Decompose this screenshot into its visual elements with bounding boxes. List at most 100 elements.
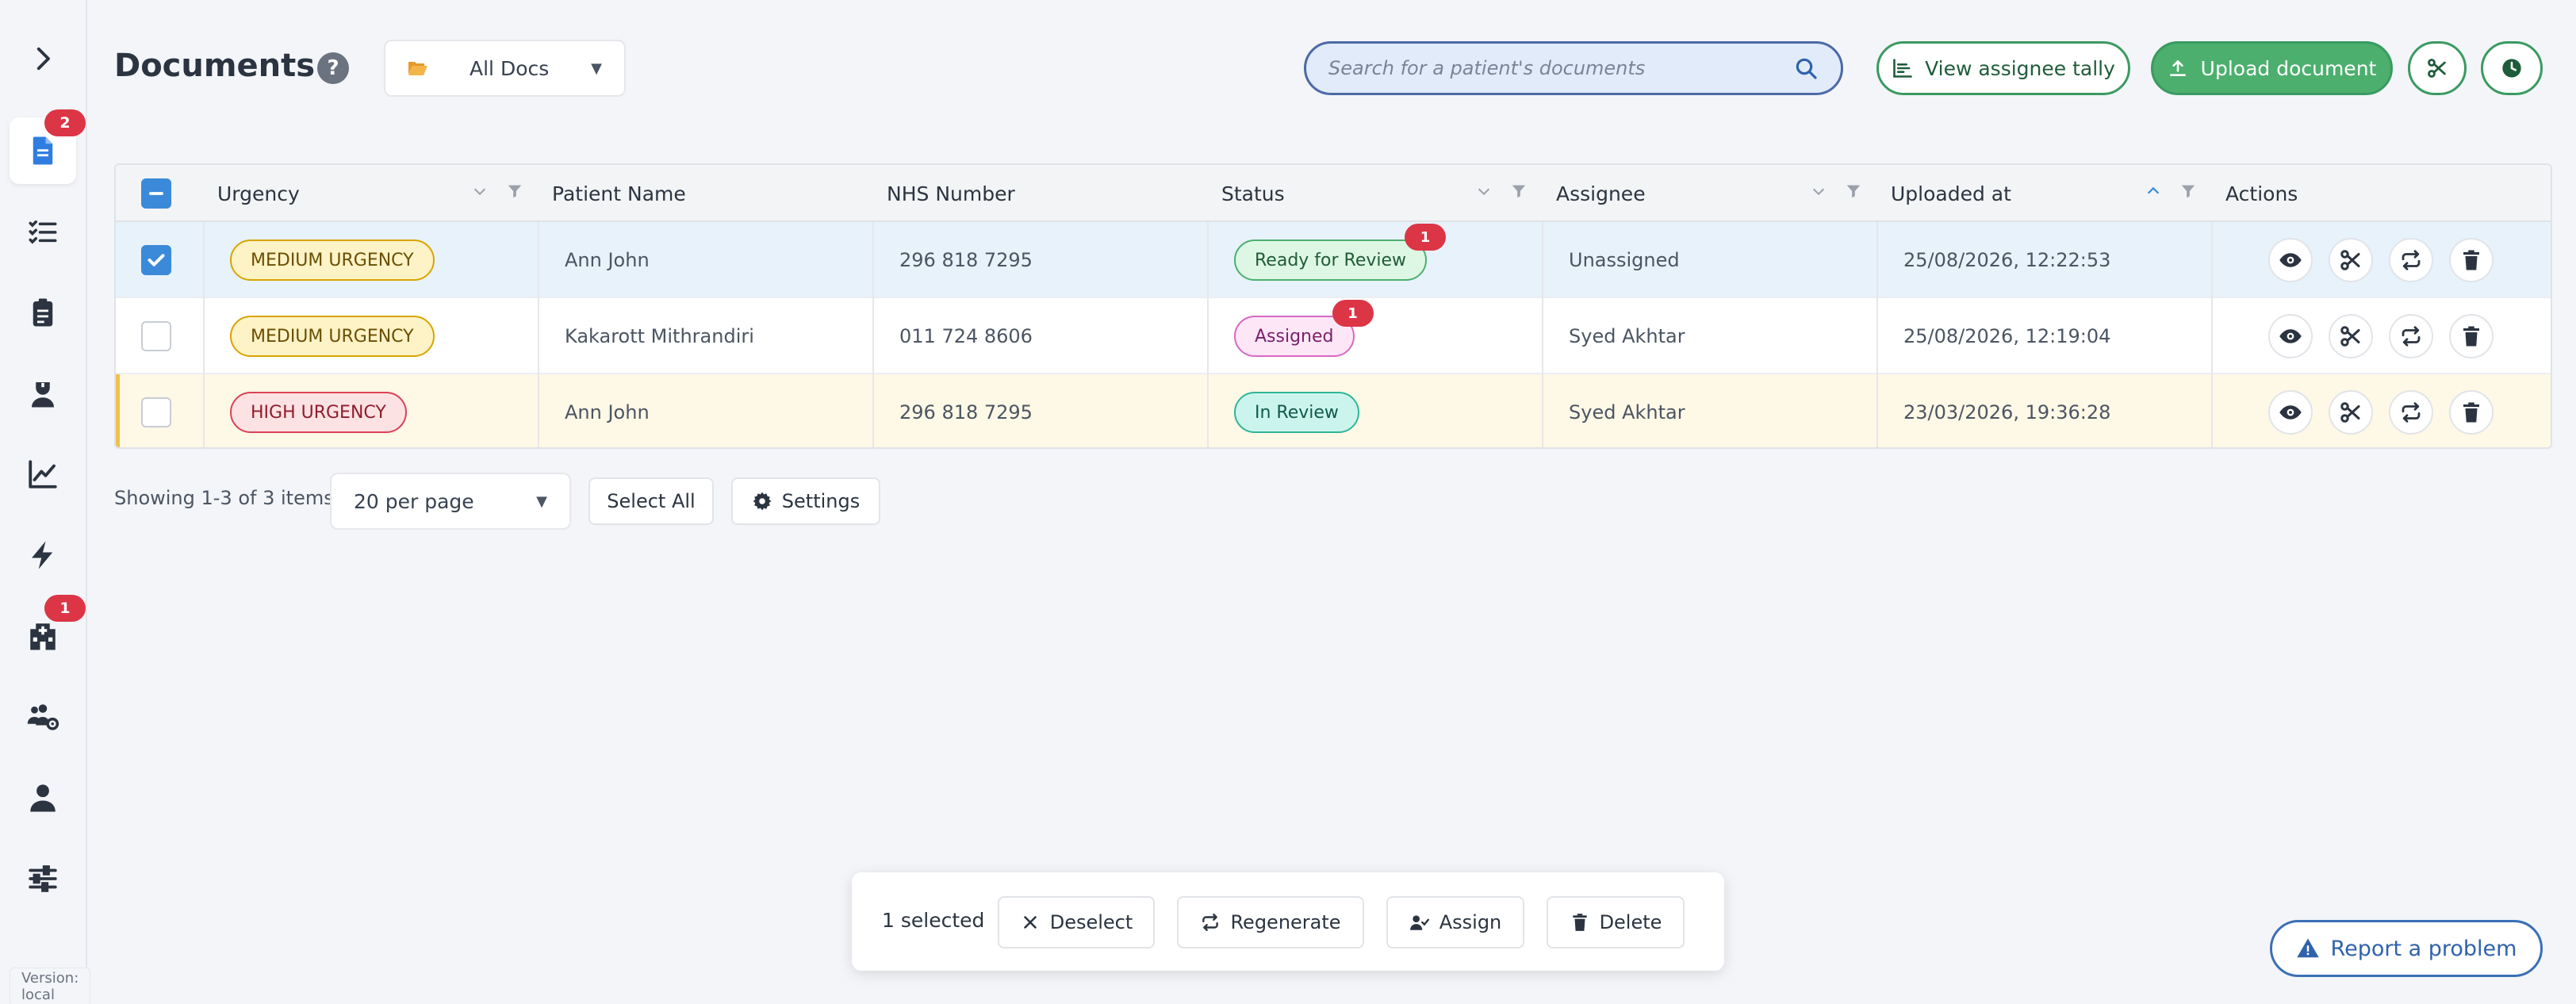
caret-down-icon: ▼ bbox=[536, 492, 547, 510]
row-checkbox[interactable] bbox=[141, 321, 171, 351]
column-urgency-label: Urgency bbox=[217, 182, 300, 205]
assignee-cell: Syed Akhtar bbox=[1569, 401, 1685, 423]
user-icon bbox=[30, 784, 56, 812]
sidebar-item-team[interactable] bbox=[10, 684, 76, 750]
column-divider bbox=[1207, 222, 1209, 447]
view-button[interactable] bbox=[2268, 314, 2313, 358]
version-label: Version: local bbox=[10, 968, 91, 1004]
nhs-number-cell: 296 818 7295 bbox=[899, 249, 1033, 271]
filter-icon[interactable] bbox=[506, 182, 523, 200]
chevron-right-icon bbox=[36, 47, 50, 71]
column-divider bbox=[1876, 222, 1878, 447]
settings-button[interactable]: Settings bbox=[731, 477, 880, 525]
status-badge: In Review bbox=[1234, 392, 1359, 433]
filter-icon[interactable] bbox=[2179, 182, 2197, 200]
status-label: In Review bbox=[1255, 402, 1339, 423]
regenerate-button[interactable] bbox=[2389, 314, 2433, 358]
status-badge: Assigned 1 bbox=[1234, 300, 1374, 357]
select-all-checkbox[interactable] bbox=[141, 178, 171, 209]
select-all-button[interactable]: Select All bbox=[588, 477, 714, 525]
deselect-button[interactable]: Deselect bbox=[998, 896, 1155, 948]
assign-label: Assign bbox=[1439, 911, 1502, 933]
history-button[interactable] bbox=[2481, 41, 2543, 95]
refresh-icon bbox=[2402, 326, 2421, 347]
search-icon[interactable] bbox=[1793, 56, 1819, 81]
sidebar-expand-button[interactable] bbox=[10, 25, 76, 92]
column-divider bbox=[2211, 222, 2213, 447]
view-button[interactable] bbox=[2268, 238, 2313, 282]
view-button[interactable] bbox=[2268, 390, 2313, 435]
column-divider bbox=[1542, 222, 1543, 447]
patient-name-cell: Ann John bbox=[565, 249, 650, 271]
sidebar-item-automation[interactable] bbox=[10, 522, 76, 588]
sidebar-item-settings[interactable] bbox=[10, 845, 76, 912]
users-gear-icon bbox=[27, 704, 59, 730]
per-page-select[interactable]: 20 per page ▼ bbox=[330, 473, 571, 530]
table-row[interactable]: MEDIUM URGENCY Ann John 296 818 7295 Rea… bbox=[116, 222, 2551, 298]
regenerate-button[interactable] bbox=[2389, 238, 2433, 282]
nurse-icon bbox=[32, 382, 54, 408]
split-button[interactable] bbox=[2329, 238, 2373, 282]
close-icon bbox=[1023, 916, 1037, 929]
row-checkbox[interactable] bbox=[141, 397, 171, 427]
regenerate-button[interactable] bbox=[2389, 390, 2433, 435]
column-actions-label: Actions bbox=[2225, 182, 2298, 205]
clipboard-icon bbox=[33, 298, 53, 327]
column-nhs-number: NHS Number bbox=[874, 165, 1209, 222]
report-problem-button[interactable]: Report a problem bbox=[2270, 920, 2543, 977]
minus-icon bbox=[149, 192, 163, 195]
chevron-down-icon[interactable] bbox=[471, 182, 489, 200]
sidebar-item-clipboard[interactable] bbox=[10, 279, 76, 346]
column-divider bbox=[538, 222, 539, 447]
upload-icon bbox=[2169, 60, 2186, 76]
deselect-label: Deselect bbox=[1049, 911, 1133, 933]
sidebar-item-analytics[interactable] bbox=[10, 441, 76, 508]
gear-icon bbox=[753, 492, 772, 511]
uploaded-at-cell: 23/03/2026, 19:36:28 bbox=[1903, 401, 2111, 423]
per-page-value: 20 per page bbox=[354, 489, 474, 513]
search-input[interactable] bbox=[1328, 57, 1793, 79]
caret-down-icon: ▼ bbox=[591, 59, 602, 77]
assign-button[interactable]: Assign bbox=[1386, 896, 1524, 948]
table-row[interactable]: MEDIUM URGENCY Kakarott Mithrandiri 011 … bbox=[116, 298, 2551, 374]
scissors-button[interactable] bbox=[2408, 41, 2467, 95]
regenerate-selected-button[interactable]: Regenerate bbox=[1177, 896, 1364, 948]
delete-button[interactable] bbox=[2449, 390, 2494, 435]
documents-table: Urgency Patient Name NHS Number Status A… bbox=[114, 163, 2552, 449]
bar-chart-icon bbox=[1893, 59, 1912, 78]
column-urgency[interactable]: Urgency bbox=[205, 165, 539, 222]
column-status[interactable]: Status bbox=[1209, 165, 1543, 222]
scissors-icon bbox=[2340, 402, 2360, 423]
delete-selected-button[interactable]: Delete bbox=[1547, 896, 1685, 948]
help-icon[interactable]: ? bbox=[317, 52, 349, 84]
trash-icon bbox=[1572, 914, 1587, 931]
delete-button[interactable] bbox=[2449, 238, 2494, 282]
sidebar-item-profile[interactable] bbox=[10, 764, 76, 831]
delete-button[interactable] bbox=[2449, 314, 2494, 358]
column-patient-name-label: Patient Name bbox=[552, 182, 686, 205]
sidebar: 2 1 Version: local bbox=[0, 0, 91, 1004]
view-assignee-tally-button[interactable]: View assignee tally bbox=[1876, 41, 2130, 95]
sidebar-item-staff[interactable] bbox=[10, 360, 76, 427]
chevron-down-icon[interactable] bbox=[1810, 182, 1827, 200]
upload-document-button[interactable]: Upload document bbox=[2151, 41, 2393, 95]
table-row[interactable]: HIGH URGENCY Ann John 296 818 7295 In Re… bbox=[116, 374, 2551, 447]
check-icon bbox=[148, 254, 165, 266]
filter-icon[interactable] bbox=[1510, 182, 1528, 200]
selected-count: 1 selected bbox=[882, 909, 985, 932]
split-button[interactable] bbox=[2329, 314, 2373, 358]
scissors-icon bbox=[2340, 326, 2360, 347]
uploaded-at-cell: 25/08/2026, 12:22:53 bbox=[1903, 249, 2111, 271]
urgency-badge: HIGH URGENCY bbox=[230, 392, 407, 433]
column-uploaded-at[interactable]: Uploaded at bbox=[1878, 165, 2213, 222]
regenerate-label: Regenerate bbox=[1230, 911, 1341, 933]
chevron-down-icon[interactable] bbox=[1475, 182, 1493, 200]
row-checkbox[interactable] bbox=[141, 245, 171, 275]
doc-filter-select[interactable]: All Docs ▼ bbox=[384, 40, 626, 97]
split-button[interactable] bbox=[2329, 390, 2373, 435]
sidebar-item-tasks[interactable] bbox=[10, 198, 76, 265]
chevron-up-icon[interactable] bbox=[2145, 182, 2162, 200]
column-assignee[interactable]: Assignee bbox=[1543, 165, 1878, 222]
filter-icon[interactable] bbox=[1845, 182, 1862, 200]
settings-label: Settings bbox=[781, 490, 861, 512]
